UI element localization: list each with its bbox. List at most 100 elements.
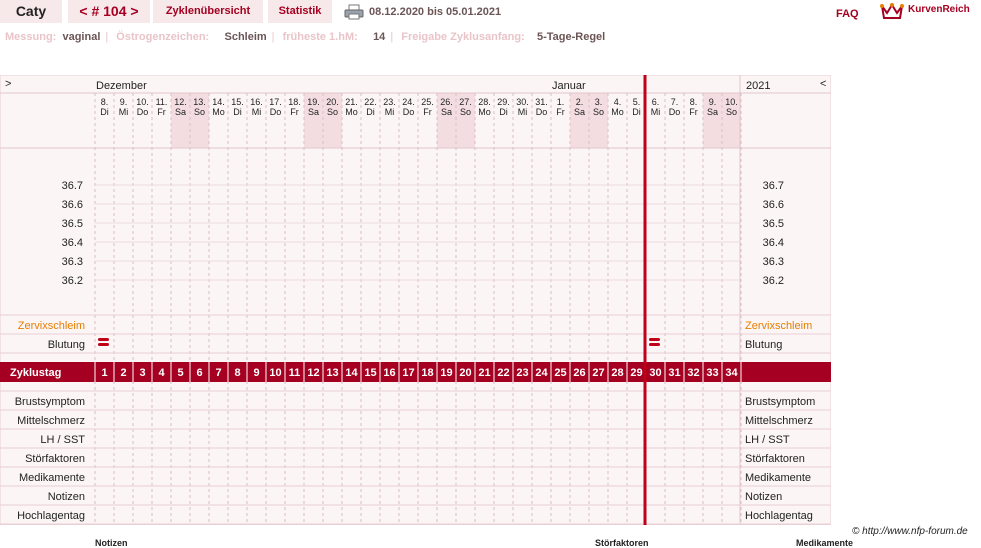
cycle-info-bar: Messung: vaginal | Östrogenzeichen: Schle…	[5, 30, 605, 44]
symptom-label: Mittelschmerz	[17, 415, 85, 427]
symptom-label-right: Brustsymptom	[745, 396, 815, 408]
day-date: 26.	[440, 97, 453, 107]
temperature-label-right: 36.2	[763, 275, 784, 287]
nav-next-button[interactable]: <	[820, 78, 826, 90]
temperature-label: 36.4	[62, 237, 83, 249]
day-date: 13.	[193, 97, 206, 107]
tab-statistics[interactable]: Statistik	[268, 0, 332, 23]
bleeding-label-right: Blutung	[745, 339, 782, 351]
year-label: 2021	[746, 80, 770, 92]
printer-icon[interactable]	[344, 4, 364, 20]
day-weekday: Di	[366, 107, 375, 117]
cycle-chart: > <2021Dezember Januar8.Di9.Mi10.Do11.Fr12…	[0, 75, 831, 525]
day-weekday: Do	[403, 107, 415, 117]
top-bar: Caty < # 104 > Zyklenübersicht Statistik…	[0, 0, 981, 24]
copyright: © http://www.nfp-forum.de	[852, 526, 968, 537]
month-label: Januar	[552, 80, 586, 92]
cycle-day-number: 28	[611, 367, 623, 379]
day-weekday: Fr	[689, 107, 698, 117]
cycle-day-number: 14	[345, 367, 358, 379]
temperature-label-right: 36.4	[763, 237, 784, 249]
cycle-day-number: 17	[402, 367, 414, 379]
day-weekday: Di	[233, 107, 242, 117]
cycle-navigator[interactable]: < # 104 >	[68, 0, 150, 23]
cycle-day-number: 5	[177, 367, 183, 379]
symptom-label-right: Störfaktoren	[745, 453, 805, 465]
day-date: 19.	[307, 97, 320, 107]
day-weekday: Fr	[423, 107, 432, 117]
day-weekday: Mi	[518, 107, 528, 117]
cycle-day-number: 25	[554, 367, 566, 379]
cycle-day-label: Zyklustag	[10, 367, 61, 379]
symptom-label: Brustsymptom	[15, 396, 85, 408]
temperature-label: 36.6	[62, 199, 83, 211]
day-weekday: So	[460, 107, 471, 117]
cycle-day-number: 13	[326, 367, 338, 379]
day-date: 28.	[478, 97, 491, 107]
day-date: 23.	[383, 97, 396, 107]
day-date: 18.	[288, 97, 301, 107]
day-weekday: So	[593, 107, 604, 117]
day-weekday: Do	[669, 107, 681, 117]
cycle-day-number: 23	[516, 367, 528, 379]
disturbances-header: Störfaktoren	[595, 538, 649, 548]
nav-prev-button[interactable]: >	[5, 78, 11, 90]
day-date: 10.	[725, 97, 738, 107]
day-weekday: Fr	[556, 107, 565, 117]
day-date: 24.	[402, 97, 415, 107]
day-weekday: So	[327, 107, 338, 117]
day-weekday: Sa	[175, 107, 186, 117]
cycle-day-number: 22	[497, 367, 509, 379]
temperature-label: 36.2	[62, 275, 83, 287]
day-date: 12.	[174, 97, 187, 107]
crown-logo-icon[interactable]	[880, 2, 904, 20]
day-weekday: Mo	[212, 107, 225, 117]
cycle-start-release-value: 5-Tage-Regel	[536, 31, 606, 43]
cycle-day-number: 34	[725, 367, 738, 379]
cycle-day-number: 3	[139, 367, 145, 379]
temperature-label-right: 36.7	[763, 180, 784, 192]
cycle-day-number: 18	[421, 367, 433, 379]
day-date: 16.	[250, 97, 263, 107]
cycle-day-number: 8	[234, 367, 240, 379]
day-date: 21.	[345, 97, 358, 107]
day-date: 30.	[516, 97, 529, 107]
day-weekday: Do	[536, 107, 548, 117]
day-weekday: Sa	[707, 107, 718, 117]
date-range: 08.12.2020 bis 05.01.2021	[369, 6, 502, 18]
separator: |	[390, 31, 394, 43]
day-weekday: Fr	[290, 107, 299, 117]
cycle-start-release-label: Freigabe Zyklusanfang:	[401, 31, 525, 43]
cycle-day-number: 24	[535, 367, 548, 379]
day-weekday: Di	[100, 107, 109, 117]
tab-cycle-overview[interactable]: Zyklenübersicht	[153, 0, 263, 23]
day-date: 2.	[576, 97, 584, 107]
cycle-day-number: 7	[215, 367, 221, 379]
cycle-day-number: 21	[478, 367, 490, 379]
day-weekday: Sa	[441, 107, 452, 117]
day-weekday: Do	[137, 107, 149, 117]
day-weekday: Mo	[478, 107, 491, 117]
cycle-day-number: 1	[101, 367, 107, 379]
user-name: Caty	[0, 0, 62, 23]
symptom-label-right: LH / SST	[745, 434, 790, 446]
temperature-label: 36.5	[62, 218, 83, 230]
brand-name[interactable]: KurvenReich	[908, 4, 970, 15]
symptom-label-right: Medikamente	[745, 472, 811, 484]
day-date: 4.	[614, 97, 622, 107]
notes-header: Notizen	[95, 538, 128, 548]
cycle-day-number: 20	[459, 367, 471, 379]
day-date: 7.	[671, 97, 679, 107]
day-weekday: So	[726, 107, 737, 117]
symptom-label: Störfaktoren	[25, 453, 85, 465]
day-weekday: Sa	[574, 107, 585, 117]
day-weekday: Mi	[651, 107, 661, 117]
cycle-day-number: 30	[649, 367, 661, 379]
day-weekday: Do	[270, 107, 282, 117]
symptom-label-right: Mittelschmerz	[745, 415, 813, 427]
faq-link[interactable]: FAQ	[836, 8, 859, 20]
measurement-value: vaginal	[62, 31, 101, 43]
day-date: 6.	[652, 97, 660, 107]
day-weekday: Mo	[345, 107, 358, 117]
cycle-day-number: 9	[253, 367, 259, 379]
